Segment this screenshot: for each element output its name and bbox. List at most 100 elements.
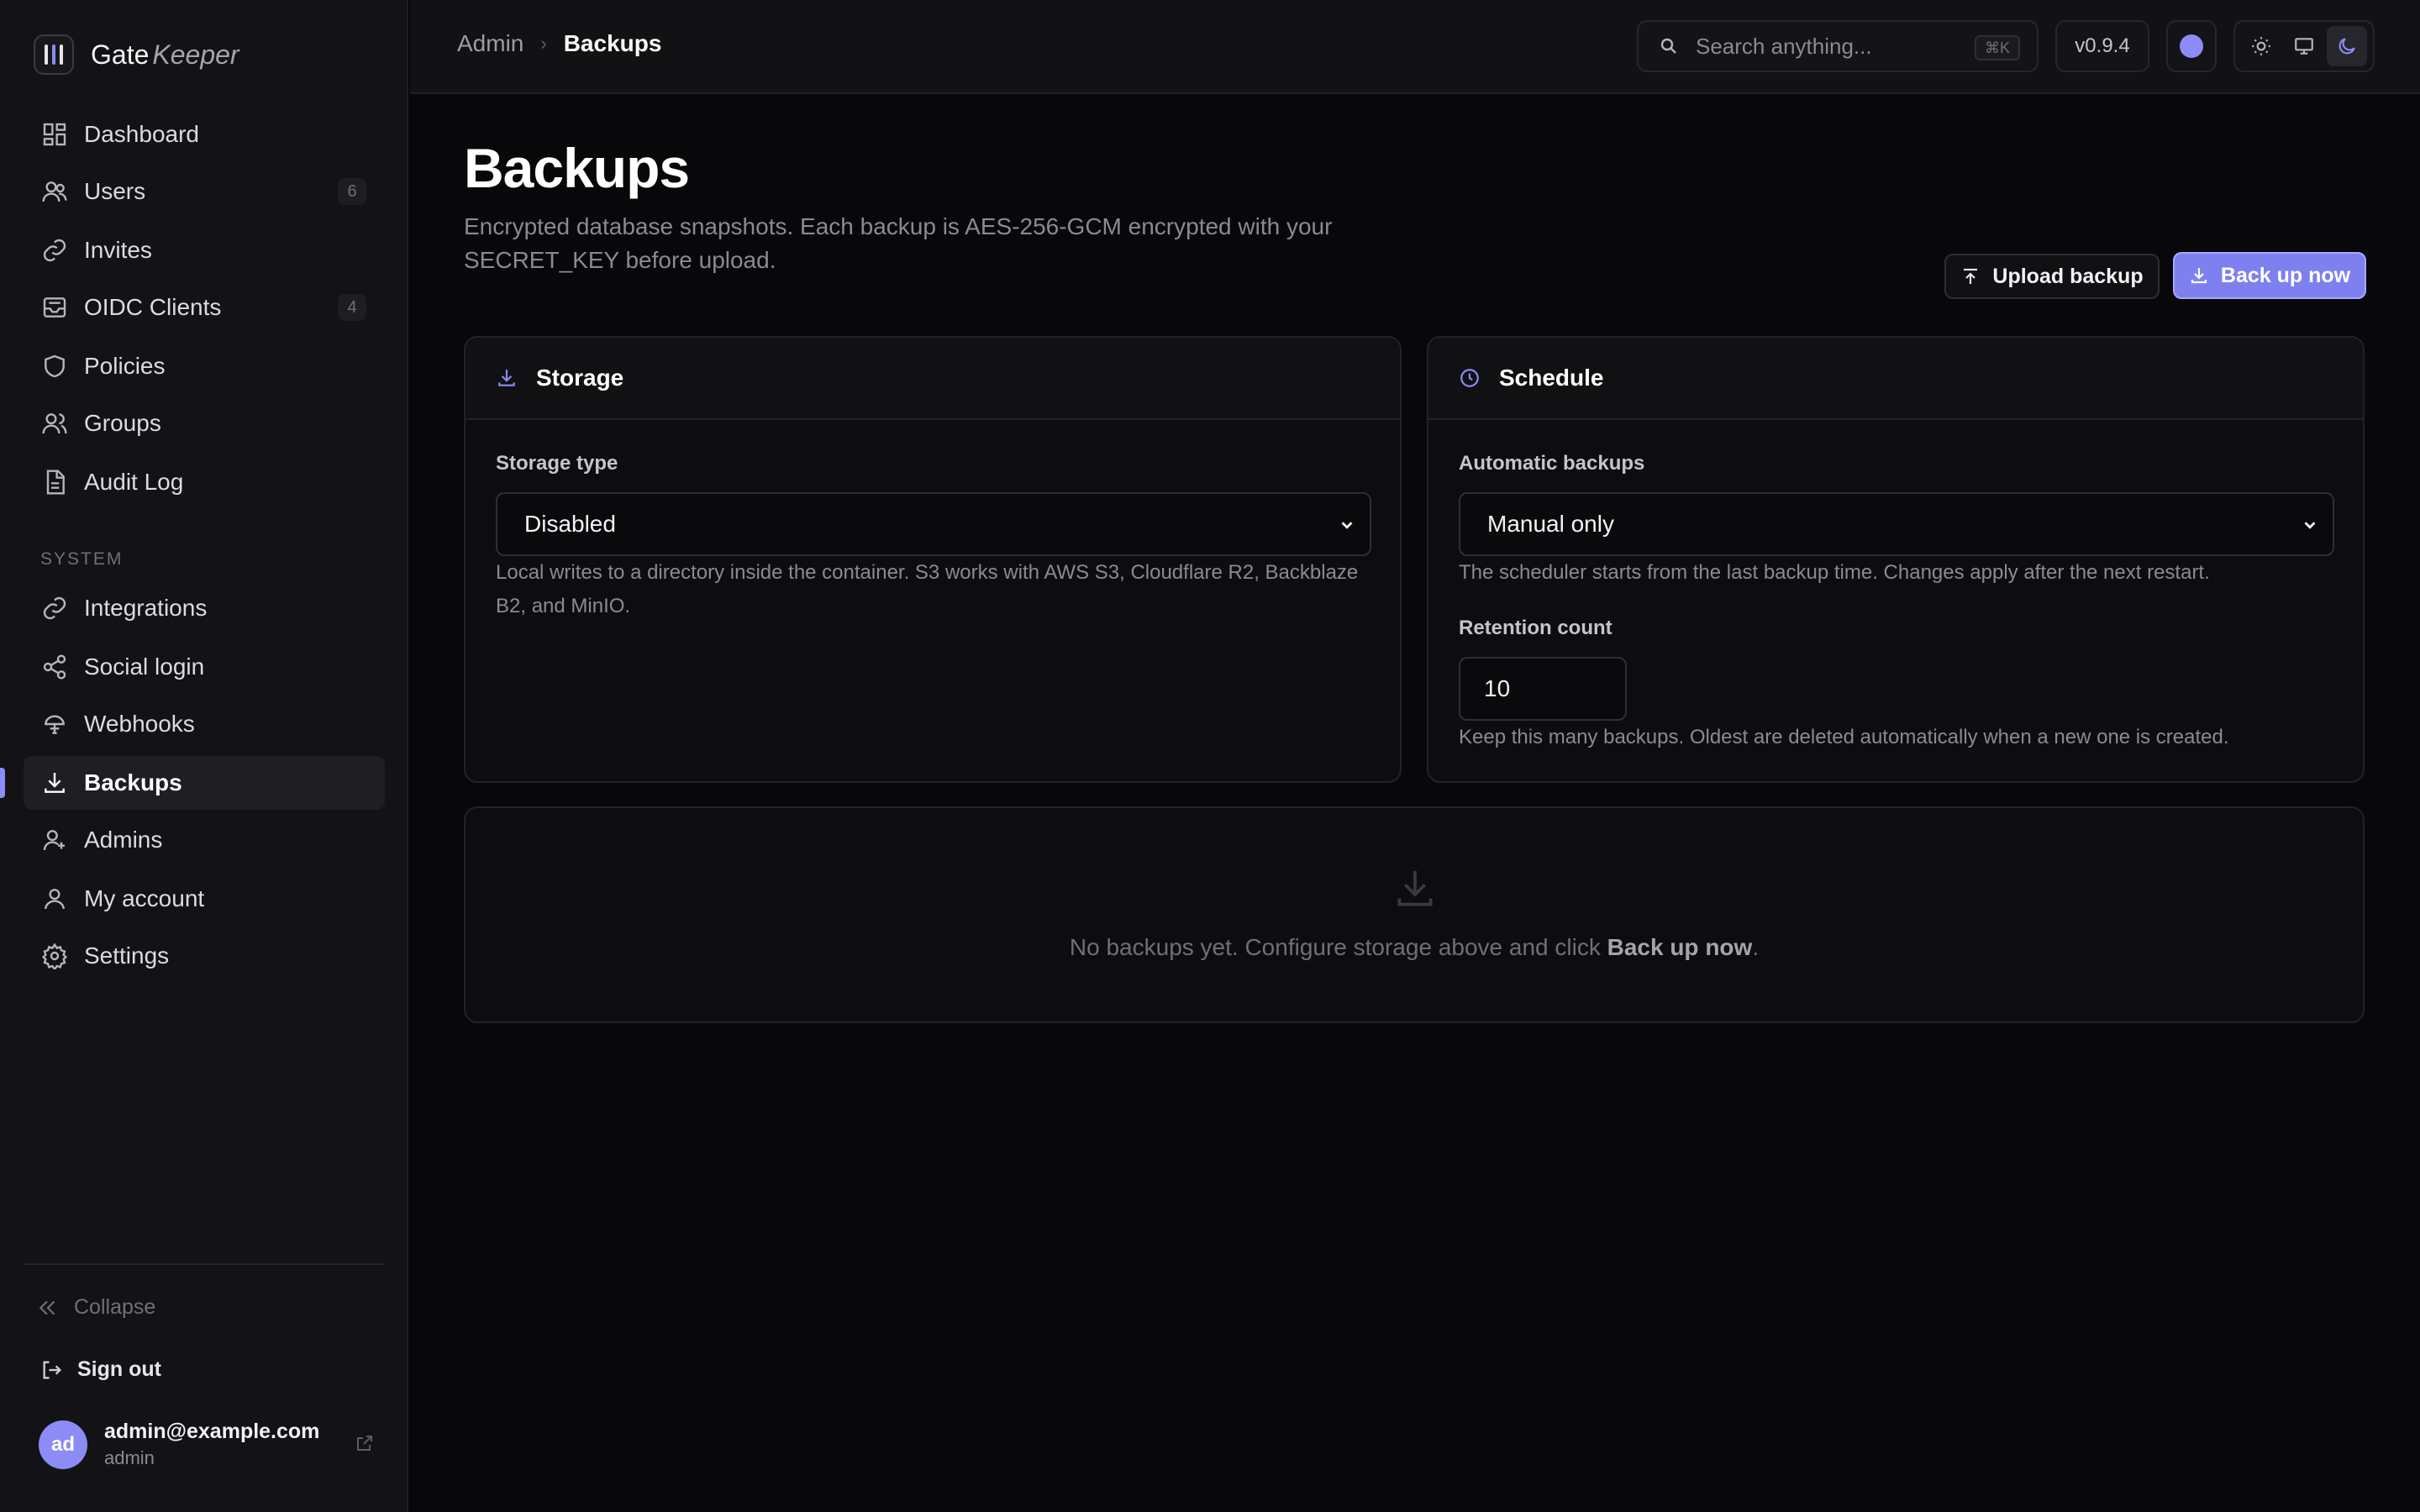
user-email: admin@example.com xyxy=(104,1420,320,1443)
sidebar-item-label: Policies xyxy=(84,353,166,379)
document-icon xyxy=(40,468,69,496)
sidebar-item-users[interactable]: Users 6 xyxy=(24,165,385,218)
back-up-now-button[interactable]: Back up now xyxy=(2173,252,2366,299)
backups-list-card xyxy=(464,806,2365,1023)
user-role: admin xyxy=(104,1447,155,1468)
monitor-icon xyxy=(2295,38,2313,55)
chevron-down-icon xyxy=(2304,522,2316,529)
sidebar-item-backups[interactable]: Backups xyxy=(24,756,385,810)
breadcrumb-admin[interactable]: Admin xyxy=(457,30,523,57)
accent-color-button[interactable] xyxy=(2166,20,2217,72)
count-badge: 4 xyxy=(338,294,366,321)
sidebar-item-label: OIDC Clients xyxy=(84,294,222,320)
breadcrumb: Admin › Backups xyxy=(457,30,661,57)
retention-help-text: Keep this many backups. Oldest are delet… xyxy=(1459,726,2229,748)
download-icon xyxy=(1392,865,1439,912)
sidebar-item-label: Webhooks xyxy=(84,711,195,737)
sidebar-item-label: Admins xyxy=(84,827,163,853)
sidebar-item-label: My account xyxy=(84,885,205,911)
sidebar-item-label: Integrations xyxy=(84,595,208,621)
sidebar: Gate Keeper Dashboard Users 6 Invites OI… xyxy=(0,0,408,1512)
webhook-icon xyxy=(40,710,69,738)
sidebar-item-label: Settings xyxy=(84,942,170,969)
moon-icon xyxy=(2338,38,2355,55)
external-link-icon[interactable] xyxy=(355,1433,375,1453)
user-plus-icon xyxy=(40,826,69,854)
topbar: Admin › Backups Search anything... ⌘K v0… xyxy=(410,0,2420,94)
sidebar-item-my-account[interactable]: My account xyxy=(24,872,385,926)
sidebar-item-integrations[interactable]: Integrations xyxy=(24,581,385,635)
sidebar-item-policies[interactable]: Policies xyxy=(24,339,385,393)
search-placeholder: Search anything... xyxy=(1696,33,1872,59)
link-icon xyxy=(40,594,69,622)
brand[interactable]: Gate Keeper xyxy=(34,34,239,76)
download-icon xyxy=(40,769,69,797)
schedule-card: Schedule Automatic backups Manual only T… xyxy=(1427,336,2365,783)
automatic-backups-select[interactable]: Manual only xyxy=(1459,492,2334,556)
grid-icon xyxy=(40,120,69,149)
chevrons-left-icon xyxy=(39,1300,55,1315)
gear-icon xyxy=(40,942,69,970)
sidebar-item-audit-log[interactable]: Audit Log xyxy=(24,455,385,509)
divider xyxy=(24,1263,385,1265)
theme-dark-button[interactable] xyxy=(2326,26,2367,66)
download-icon xyxy=(2191,268,2207,284)
user-icon xyxy=(40,885,69,913)
breadcrumb-current: Backups xyxy=(563,30,662,56)
retention-count-label: Retention count xyxy=(1459,617,1612,639)
avatar: ad xyxy=(39,1420,87,1469)
group-icon xyxy=(40,409,69,438)
shield-icon xyxy=(40,352,69,381)
sidebar-item-label: Users xyxy=(84,178,146,204)
sidebar-item-invites[interactable]: Invites xyxy=(24,223,385,277)
share-icon xyxy=(40,653,69,681)
card-title: Schedule xyxy=(1499,365,1604,391)
user-profile[interactable]: ad admin@example.com admin xyxy=(39,1420,375,1469)
storage-card: Storage Storage type Disabled Local writ… xyxy=(464,336,1402,783)
upload-backup-button[interactable]: Upload backup xyxy=(1944,254,2160,299)
search-input[interactable]: Search anything... ⌘K xyxy=(1637,20,2039,72)
schedule-card-header: Schedule xyxy=(1428,338,2363,420)
sidebar-item-dashboard[interactable]: Dashboard xyxy=(24,108,385,161)
sidebar-item-label: Social login xyxy=(84,654,205,680)
automatic-backups-label: Automatic backups xyxy=(1459,452,1645,475)
storage-type-label: Storage type xyxy=(496,452,618,475)
link-icon xyxy=(40,236,69,265)
page-description: Encrypted database snapshots. Each backu… xyxy=(464,213,1333,273)
theme-light-button[interactable] xyxy=(2241,26,2281,66)
sidebar-item-webhooks[interactable]: Webhooks xyxy=(24,697,385,751)
sidebar-item-label: Invites xyxy=(84,237,152,263)
storage-help-text: Local writes to a directory inside the c… xyxy=(496,561,1359,617)
storage-type-select[interactable]: Disabled xyxy=(496,492,1371,556)
theme-switcher xyxy=(2233,20,2375,72)
download-icon xyxy=(498,370,515,386)
sidebar-item-admins[interactable]: Admins xyxy=(24,813,385,867)
sidebar-item-settings[interactable]: Settings xyxy=(24,929,385,983)
version-badge[interactable]: v0.9.4 xyxy=(2055,20,2149,72)
search-icon xyxy=(1660,38,1676,54)
collapse-button[interactable]: Collapse xyxy=(37,1295,155,1320)
clock-icon xyxy=(1460,369,1479,387)
empty-state-text: No backups yet. Configure storage above … xyxy=(1069,934,1760,960)
sidebar-item-label: Backups xyxy=(84,769,182,795)
sidebar-item-label: Dashboard xyxy=(84,121,199,147)
retention-count-input[interactable]: 10 xyxy=(1459,657,1627,721)
active-indicator xyxy=(0,768,5,798)
card-title: Storage xyxy=(536,365,624,391)
sidebar-item-oidc-clients[interactable]: OIDC Clients 4 xyxy=(24,281,385,334)
sidebar-item-groups[interactable]: Groups xyxy=(24,396,385,450)
storage-card-header: Storage xyxy=(466,338,1400,420)
chevron-right-icon: › xyxy=(540,33,547,54)
sidebar-item-label: Groups xyxy=(84,410,161,436)
theme-system-button[interactable] xyxy=(2284,26,2324,66)
sun-icon xyxy=(2252,37,2271,55)
sidebar-item-label: Audit Log xyxy=(84,469,184,495)
chevron-down-icon xyxy=(1341,522,1353,529)
logo-icon xyxy=(34,34,74,75)
logout-icon xyxy=(43,1361,61,1378)
shortcut-badge: ⌘K xyxy=(1974,35,2020,60)
count-badge: 6 xyxy=(338,178,366,205)
sidebar-item-social-login[interactable]: Social login xyxy=(24,640,385,694)
sign-out-button[interactable]: Sign out xyxy=(40,1357,161,1382)
brand-name: Gate Keeper xyxy=(91,39,239,70)
